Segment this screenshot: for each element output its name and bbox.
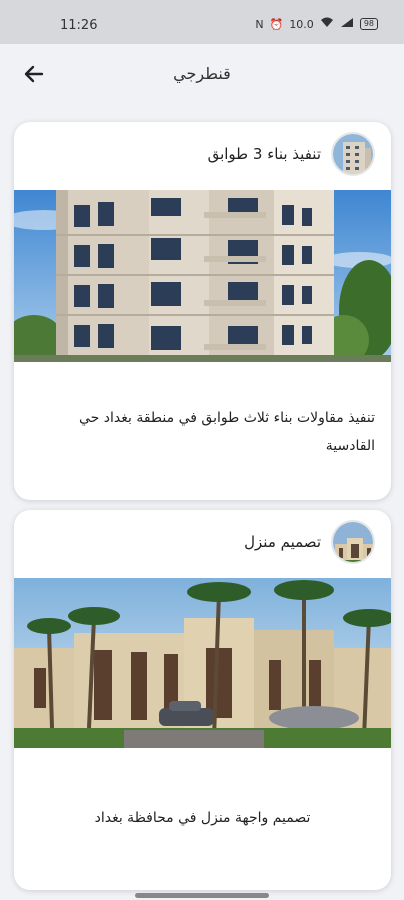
card-description: تصميم واجهة منزل في محافظة بغداد <box>94 810 311 826</box>
status-icons: N ⏰ 10.0 98 <box>255 17 378 31</box>
card-header: تصميم منزل <box>244 520 375 564</box>
signal-icon <box>340 17 354 31</box>
network-speed: 10.0 <box>289 17 314 31</box>
card-header: تنفيذ بناء 3 طوابق <box>208 132 375 176</box>
card-title: تنفيذ بناء 3 طوابق <box>207 145 321 163</box>
house-avatar-icon <box>331 520 375 564</box>
nfc-icon: N <box>255 17 264 31</box>
page-title: قنطرجي <box>173 64 231 83</box>
status-bar: 11:26 N ⏰ 10.0 98 <box>0 0 404 44</box>
battery-icon: 98 <box>359 18 378 30</box>
alarm-icon: ⏰ <box>269 17 284 31</box>
project-card[interactable]: تنفيذ بناء 3 طوابق تنفيذ مقاولات بناء ثل… <box>14 122 391 500</box>
wifi-icon <box>320 17 334 31</box>
card-title: تصميم منزل <box>244 533 321 551</box>
status-time: 11:26 <box>60 18 98 33</box>
house-facade-image <box>14 578 391 748</box>
apartment-building-image <box>14 190 391 362</box>
card-description: تنفيذ مقاولات بناء ثلاث طوابق في منطقة ب… <box>79 410 375 454</box>
building-avatar-icon <box>331 132 375 176</box>
app-bar: قنطرجي <box>0 44 404 104</box>
home-indicator[interactable] <box>135 893 269 898</box>
project-card[interactable]: تصميم منزل تصميم واجهة منزل في محافظة بغ… <box>14 510 391 890</box>
